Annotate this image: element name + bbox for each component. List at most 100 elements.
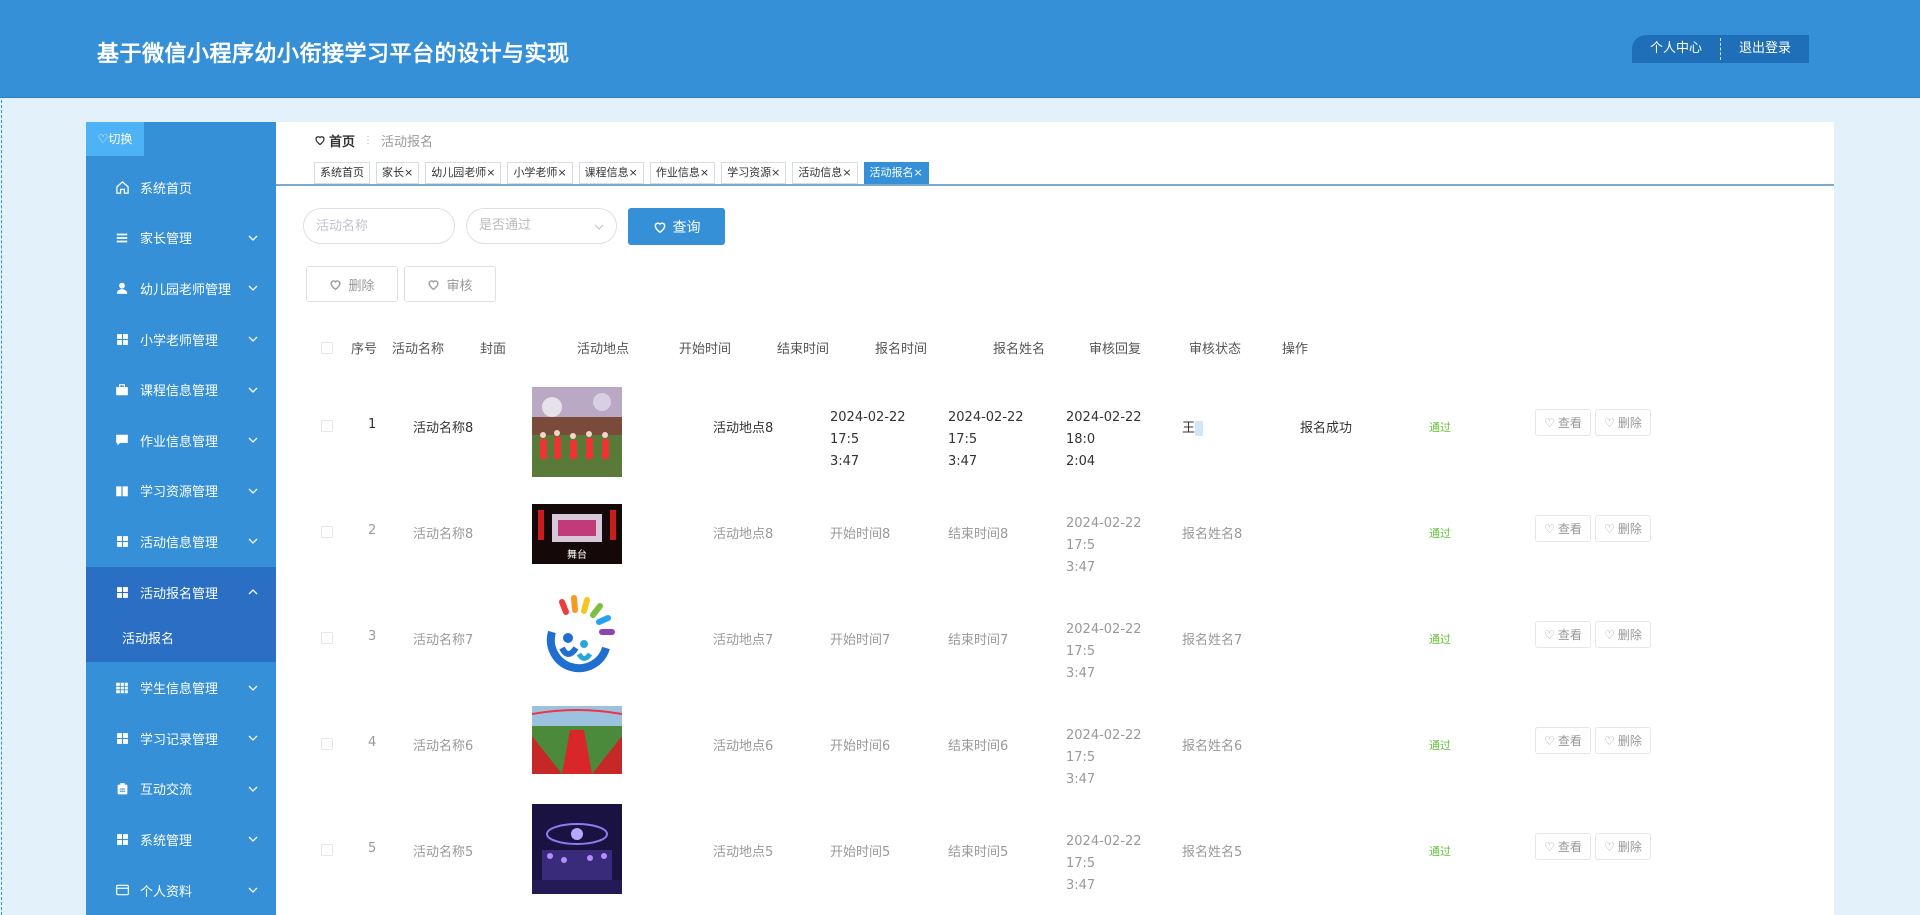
cover-image xyxy=(532,804,622,898)
sidebar-item-3[interactable]: 小学老师管理 xyxy=(86,314,276,365)
sidebar-item-label: 家长管理 xyxy=(140,232,193,248)
view-button[interactable]: ♡ 查看 xyxy=(1535,621,1591,648)
sidebar-item-6[interactable]: 学习资源管理 xyxy=(86,466,276,517)
signup-line2: 2:04 xyxy=(1066,454,1096,469)
layout-guide-line xyxy=(1,100,2,915)
tab-8[interactable]: 活动报名× xyxy=(863,162,929,184)
view-button[interactable]: ♡ 查看 xyxy=(1535,833,1591,860)
grid-icon xyxy=(114,831,130,847)
delete-button[interactable]: ♡ 删除 xyxy=(1595,727,1651,754)
close-icon[interactable]: × xyxy=(629,166,638,179)
name-cell: 活动名称8 xyxy=(413,421,474,436)
tab-2[interactable]: 幼儿园老师× xyxy=(425,162,502,184)
sidebar-item-11[interactable]: 互动交流 xyxy=(86,764,276,815)
batch-delete-label: 删除 xyxy=(348,278,375,294)
row-checkbox[interactable] xyxy=(321,420,333,432)
table-row: 2 活动名称8 舞台 活动地点8 开始时间8 结束时间8 2024-02-22 17:5 3:… xyxy=(276,476,1834,582)
switch-label: 切换 xyxy=(108,132,133,146)
approval-status-select[interactable]: 是否通过 xyxy=(466,208,617,244)
heart-icon xyxy=(330,279,341,290)
sidebar-switch-button[interactable]: ♡切换 xyxy=(86,122,144,156)
row-checkbox[interactable] xyxy=(321,844,333,856)
view-button[interactable]: ♡ 查看 xyxy=(1535,515,1591,542)
heart-icon: ♡ xyxy=(1604,839,1615,854)
signup-cell: 2024-02-22 17:5 3:47 xyxy=(1066,619,1166,685)
delete-button[interactable]: ♡ 删除 xyxy=(1595,621,1651,648)
end-cell: 结束时间7 xyxy=(948,633,1009,648)
chevron-down-icon xyxy=(248,488,258,494)
end-line1: 2024-02-22 17:5 xyxy=(948,410,1024,447)
tab-6[interactable]: 学习资源× xyxy=(721,162,787,184)
close-icon[interactable]: × xyxy=(700,166,709,179)
sidebar-item-10[interactable]: 学习记录管理 xyxy=(86,713,276,764)
delete-label: 删除 xyxy=(1617,734,1642,748)
close-icon[interactable]: × xyxy=(771,166,780,179)
delete-label: 删除 xyxy=(1617,522,1642,536)
index-cell: 2 xyxy=(368,523,377,538)
sidebar-item-0[interactable]: 系统首页 xyxy=(86,162,276,213)
row-checkbox[interactable] xyxy=(321,632,333,644)
query-button[interactable]: 查询 xyxy=(628,208,725,245)
tab-7[interactable]: 活动信息× xyxy=(792,162,858,184)
chevron-down-icon xyxy=(248,836,258,843)
batch-delete-button[interactable]: 删除 xyxy=(306,266,398,302)
chevron-down-icon xyxy=(248,538,258,545)
sidebar-item-1[interactable]: 家长管理 xyxy=(86,213,276,264)
place-cell: 活动地点8 xyxy=(713,421,774,436)
tab-label: 家长 xyxy=(382,166,404,179)
sidebar-item-12[interactable]: 系统管理 xyxy=(86,814,276,865)
breadcrumb: 首页 ⋮ 活动报名 xyxy=(314,130,433,150)
breadcrumb-home[interactable]: 首页 xyxy=(314,131,355,150)
close-icon[interactable]: × xyxy=(486,166,495,179)
delete-button[interactable]: ♡ 删除 xyxy=(1595,409,1651,436)
tab-1[interactable]: 家长× xyxy=(376,162,420,184)
close-icon[interactable]: × xyxy=(557,166,566,179)
close-icon[interactable]: × xyxy=(842,166,851,179)
sidebar-item-label: 活动信息管理 xyxy=(140,535,219,551)
view-button[interactable]: ♡ 查看 xyxy=(1535,409,1591,436)
chevron-down-icon xyxy=(248,336,258,342)
index-cell: 3 xyxy=(368,629,377,644)
delete-button[interactable]: ♡ 删除 xyxy=(1595,515,1651,542)
delete-label: 删除 xyxy=(1617,416,1642,430)
sidebar-item-label: 活动报名管理 xyxy=(140,586,219,602)
sidebar-item-2[interactable]: 幼儿园老师管理 xyxy=(86,263,276,314)
place-cell: 活动地点5 xyxy=(713,845,774,860)
view-button[interactable]: ♡ 查看 xyxy=(1535,727,1591,754)
audit-label: 审核 xyxy=(446,278,473,294)
close-icon[interactable]: × xyxy=(914,166,923,179)
row-checkbox[interactable] xyxy=(321,526,333,538)
column-header-9: 审核状态 xyxy=(1189,342,1242,357)
column-header-10: 操作 xyxy=(1282,342,1309,357)
submenu-item-activity-signup[interactable]: 活动报名 xyxy=(86,617,276,663)
tab-4[interactable]: 课程信息× xyxy=(578,162,644,184)
column-header-0: 序号 xyxy=(351,342,378,357)
cover-image xyxy=(532,387,622,481)
heart-icon: ♡ xyxy=(1604,415,1615,430)
person-name: 王 xyxy=(1182,421,1196,436)
sidebar-item-4[interactable]: 课程信息管理 xyxy=(86,364,276,415)
select-all-checkbox[interactable] xyxy=(321,342,333,354)
sidebar-item-13[interactable]: 个人资料 xyxy=(86,865,276,915)
sidebar-item-8[interactable]: 活动报名管理 xyxy=(86,566,276,618)
profile-center-button[interactable]: 个人中心 xyxy=(1632,35,1720,63)
sidebar-item-7[interactable]: 活动信息管理 xyxy=(86,516,276,567)
end-cell: 结束时间8 xyxy=(948,527,1009,542)
row-checkbox[interactable] xyxy=(321,738,333,750)
sidebar-item-5[interactable]: 作业信息管理 xyxy=(86,415,276,466)
tab-5[interactable]: 作业信息× xyxy=(649,162,716,184)
audit-button[interactable]: 审核 xyxy=(404,266,496,302)
heart-icon: ♡ xyxy=(1544,839,1555,854)
sidebar-item-9[interactable]: 学生信息管理 xyxy=(86,662,276,713)
chevron-down-icon xyxy=(594,224,604,230)
breadcrumb-current: 活动报名 xyxy=(381,134,434,150)
delete-button[interactable]: ♡ 删除 xyxy=(1595,833,1651,860)
tab-3[interactable]: 小学老师× xyxy=(507,162,573,184)
close-icon[interactable]: × xyxy=(404,166,413,179)
tab-0[interactable]: 系统首页 xyxy=(314,162,370,184)
tab-label: 课程信息 xyxy=(584,166,629,179)
activity-name-input[interactable] xyxy=(303,208,455,244)
app-title: 基于微信小程序幼小衔接学习平台的设计与实现 xyxy=(97,42,570,67)
index-cell: 4 xyxy=(368,735,377,750)
logout-button[interactable]: 退出登录 xyxy=(1721,35,1809,63)
